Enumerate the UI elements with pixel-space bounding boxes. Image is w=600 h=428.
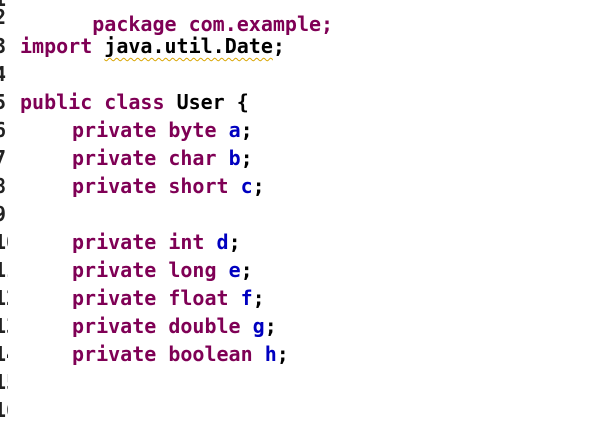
field-name: e [228, 258, 241, 282]
field-type: int [168, 230, 205, 254]
field-declaration: private float f; [20, 284, 265, 312]
field-type: short [168, 174, 229, 198]
private-keyword: private [72, 118, 157, 142]
line-number: 5 [0, 90, 7, 114]
private-keyword: private [72, 146, 157, 170]
class-name: User [176, 90, 225, 114]
semicolon: ; [272, 34, 285, 58]
field-type: boolean [168, 342, 253, 366]
semicolon: ; [228, 230, 241, 254]
line-number: 15 [0, 370, 8, 394]
line-number: 11 [0, 258, 8, 282]
line-number: 10 [0, 230, 8, 254]
private-keyword: private [72, 314, 157, 338]
field-type: byte [168, 118, 217, 142]
semicolon: ; [252, 286, 265, 310]
public-keyword: public [20, 90, 93, 114]
import-path[interactable]: java.util.Date [104, 34, 273, 58]
line-number: 7 [0, 146, 7, 170]
field-declaration: private short c; [20, 172, 265, 200]
field-name: b [228, 146, 241, 170]
field-declaration: private double g; [20, 312, 277, 340]
field-type: float [168, 286, 229, 310]
semicolon: ; [240, 258, 253, 282]
field-declaration: private long e; [20, 256, 253, 284]
field-declaration: private boolean h; [20, 340, 289, 368]
open-brace: { [236, 90, 249, 114]
private-keyword: private [72, 342, 157, 366]
class-keyword: class [104, 90, 165, 114]
private-keyword: private [72, 174, 157, 198]
semicolon: ; [240, 146, 253, 170]
field-type: double [168, 314, 241, 338]
code-area[interactable]: package com.example; import java.util.Da… [20, 0, 600, 428]
private-keyword: private [72, 258, 157, 282]
code-line-import: import java.util.Date; [20, 32, 285, 60]
field-name: g [252, 314, 265, 338]
field-type: long [168, 258, 217, 282]
semicolon: ; [252, 174, 265, 198]
line-number-gutter: 1 2 3 4 5 6 7 8 9 10 11 12 13 14 15 16 [0, 0, 8, 428]
semicolon: ; [240, 118, 253, 142]
private-keyword: private [72, 286, 157, 310]
field-name: c [240, 174, 253, 198]
field-type: char [168, 146, 217, 170]
line-number: 3 [0, 34, 7, 58]
field-declaration: private char b; [20, 144, 253, 172]
semicolon: ; [276, 342, 289, 366]
private-keyword: private [72, 230, 157, 254]
line-number: 2 [0, 5, 7, 29]
field-declaration: private byte a; [20, 116, 253, 144]
field-declaration: private int d; [20, 228, 241, 256]
code-line-class-declaration: public class User { [20, 88, 249, 116]
field-name: h [264, 342, 277, 366]
line-number: 4 [0, 62, 7, 86]
field-name: a [228, 118, 241, 142]
import-keyword: import [20, 34, 93, 58]
line-number: 13 [0, 314, 8, 338]
line-number: 6 [0, 118, 7, 142]
line-number: 9 [0, 202, 7, 226]
line-number: 8 [0, 174, 7, 198]
field-name: d [216, 230, 229, 254]
field-name: f [240, 286, 253, 310]
line-number: 12 [0, 286, 8, 310]
code-line-package: package com.example; [20, 0, 333, 36]
code-editor[interactable]: 1 2 3 4 5 6 7 8 9 10 11 12 13 14 15 16 p… [0, 0, 600, 428]
line-number: 16 [0, 398, 8, 422]
line-number: 14 [0, 342, 8, 366]
semicolon: ; [264, 314, 277, 338]
